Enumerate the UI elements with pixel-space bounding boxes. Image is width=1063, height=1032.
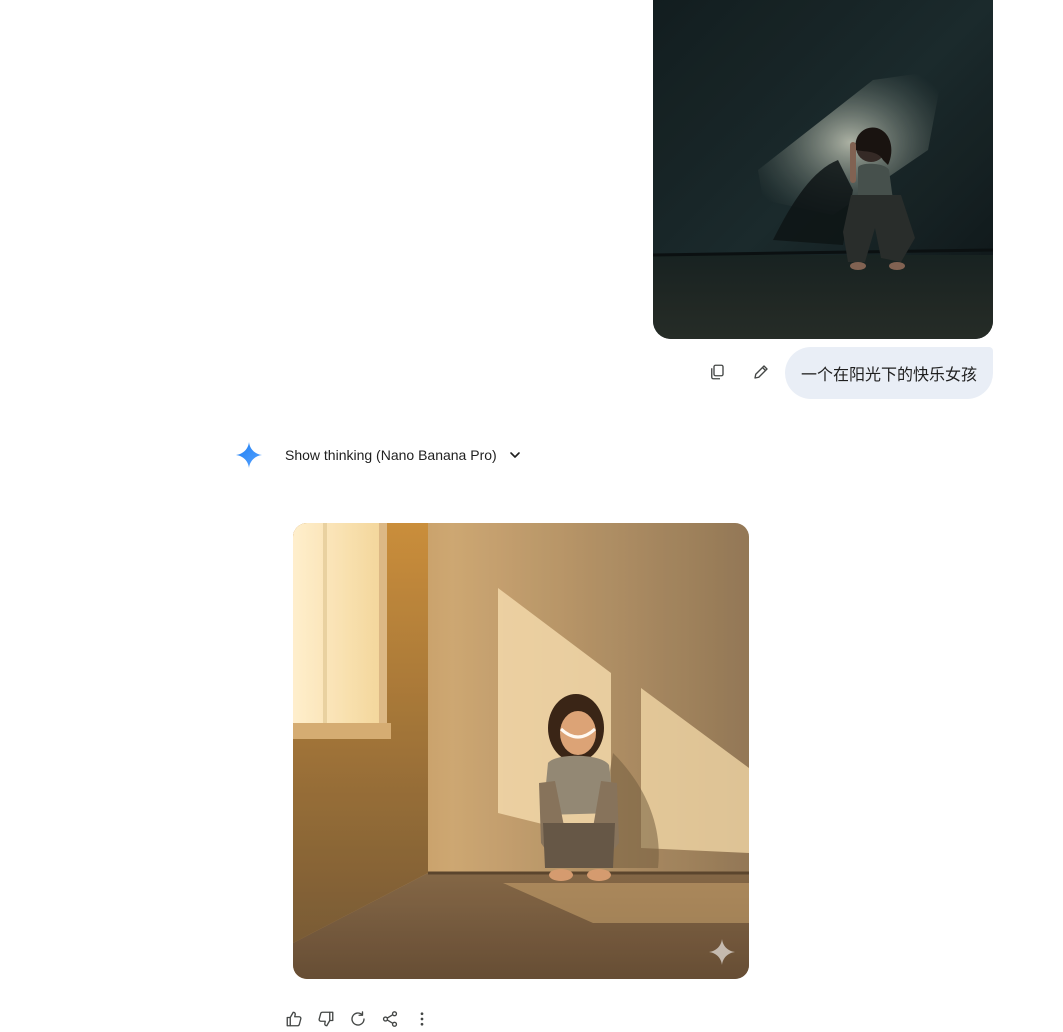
sunlit-room-photo	[293, 523, 749, 979]
chevron-down-icon	[509, 452, 520, 458]
user-prompt-bubble: 一个在阳光下的快乐女孩	[785, 347, 994, 399]
edit-icon	[754, 365, 768, 379]
good-response-button[interactable]	[278, 1003, 310, 1032]
user-uploaded-image[interactable]	[653, 0, 993, 339]
redo-button[interactable]	[342, 1003, 374, 1032]
gemini-sparkle-watermark-icon	[709, 939, 735, 965]
edit-prompt-button[interactable]	[744, 355, 778, 389]
regenerate-icon	[351, 1011, 365, 1026]
chat-page: 一个在阳光下的快乐女孩 Show thinking (Nano Banana P…	[0, 0, 1063, 1032]
response-header: Show thinking (Nano Banana Pro)	[236, 440, 523, 470]
response-actions-bar	[278, 1003, 438, 1032]
show-thinking-toggle[interactable]: Show thinking (Nano Banana Pro)	[285, 447, 523, 463]
bad-response-button[interactable]	[310, 1003, 342, 1032]
copy-prompt-button[interactable]	[700, 355, 734, 389]
show-thinking-label: Show thinking (Nano Banana Pro)	[285, 447, 497, 463]
share-button[interactable]	[374, 1003, 406, 1032]
copy-icon	[711, 364, 724, 380]
thumbs-down-icon	[318, 1011, 334, 1027]
dark-room-photo	[653, 0, 993, 339]
prompt-actions	[700, 355, 778, 389]
share-icon	[382, 1011, 398, 1027]
gemini-spark-icon	[236, 442, 262, 468]
thumbs-up-icon	[286, 1011, 302, 1027]
generated-image[interactable]	[293, 523, 749, 979]
more-options-icon	[420, 1012, 424, 1026]
user-prompt-text: 一个在阳光下的快乐女孩	[801, 367, 978, 384]
more-options-button[interactable]	[406, 1003, 438, 1032]
